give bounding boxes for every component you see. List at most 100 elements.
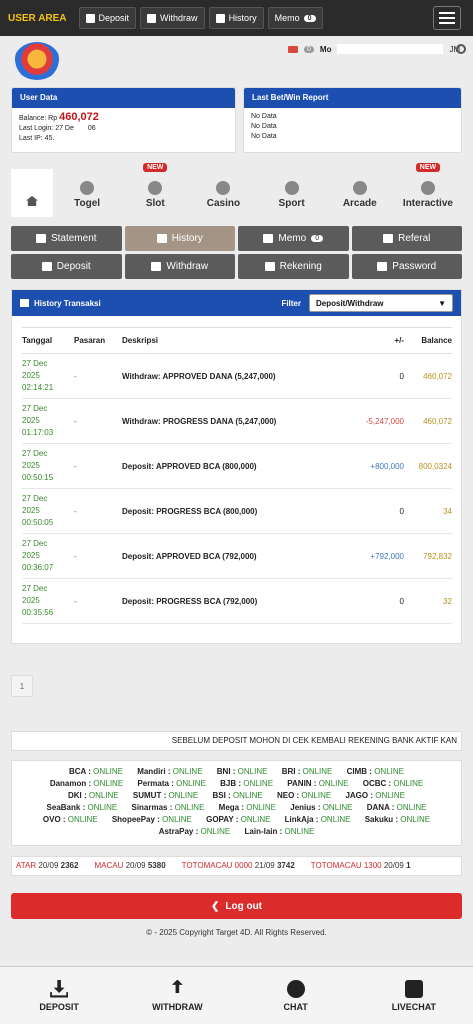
bottom-chat-button[interactable]: CHAT	[237, 967, 355, 1024]
tab-sport-label: Sport	[278, 198, 305, 209]
home-icon	[26, 196, 38, 206]
bank-status-item: DKI : ONLINE	[67, 791, 119, 800]
result-market: ATAR	[16, 861, 37, 870]
last-ip: Last IP: 45.	[19, 135, 55, 142]
logout-label: Log out	[225, 900, 263, 912]
bank-online-status: ONLINE	[168, 791, 199, 800]
bank-name: Sakuku	[364, 815, 394, 824]
copyright: © - 2025 Copyright Target 4D. All Rights…	[146, 928, 327, 937]
result-date: 20/09	[38, 861, 59, 870]
result-number: 5380	[147, 861, 166, 870]
tab-casino[interactable]: Casino	[189, 169, 257, 217]
row-change: +792,000	[344, 533, 404, 579]
top-memo-button[interactable]: Memo 0	[267, 7, 323, 29]
slot-machine-icon	[148, 181, 163, 195]
bank-online-status: ONLINE	[93, 767, 123, 776]
bank-online-status: ONLINE	[396, 803, 427, 812]
col-balance: Balance	[404, 327, 452, 354]
bank-status-item: BSI : ONLINE	[212, 791, 263, 800]
bank-status-item: ShopeePay : ONLINE	[111, 815, 192, 824]
bank-name: OVO	[42, 815, 61, 824]
site-logo[interactable]	[14, 42, 60, 80]
logout-button[interactable]: ❮ Log out	[11, 893, 462, 919]
bank-online-status: ONLINE	[318, 779, 349, 788]
bank-status-item: Lain-lain : ONLINE	[244, 827, 315, 836]
togel-icon	[80, 181, 95, 195]
table-row: 27 Dec 2025 00:50:05 - Deposit: PROGRESS B…	[22, 488, 452, 534]
top-withdraw-button[interactable]: Withdraw	[140, 7, 205, 29]
bank-name: Danamon	[49, 779, 87, 788]
bet-win-row: No Data	[251, 123, 277, 130]
bank-status-item: BRI : ONLINE	[281, 767, 333, 776]
col-change: +/-	[344, 327, 404, 354]
bank-status-item: Sakuku : ONLINE	[364, 815, 431, 824]
date-year: 2025	[22, 506, 40, 515]
tab-arcade-label: Arcade	[342, 198, 377, 209]
row-balance: 460,072	[404, 353, 452, 399]
result-number: 2362	[60, 861, 79, 870]
password-button[interactable]: Password	[351, 254, 462, 279]
bank-online-status: ONLINE	[322, 803, 353, 812]
result-date: 21/09	[254, 861, 275, 870]
user-data-card: User Data Balance: Rp 460,072 Last Login…	[11, 87, 236, 153]
bottom-nav: DEPOSIT WITHDRAW CHAT LIVECHAT	[0, 966, 473, 1024]
result-item: TOTOMACAU 1300 20/09 1	[311, 861, 411, 870]
bank-name: ShopeePay	[111, 815, 155, 824]
bank-name: DANA	[366, 803, 390, 812]
history-button[interactable]: History	[124, 226, 235, 251]
tab-arcade[interactable]: Arcade	[326, 169, 394, 217]
bank-name: BNI	[216, 767, 231, 776]
row-pasaran: -	[74, 533, 122, 579]
tab-interactive[interactable]: NEW Interactive	[394, 163, 462, 217]
bank-status-item: Danamon : ONLINE	[49, 779, 124, 788]
bank-name: Mandiri	[137, 767, 166, 776]
bottom-deposit-button[interactable]: DEPOSIT	[0, 967, 118, 1024]
bank-status-item: AstraPay : ONLINE	[158, 827, 231, 836]
lottery-results-ticker: ATAR 20/09 2362 MACAU 20/09 5380 TOTOMACAU…	[11, 856, 462, 876]
deposit-button[interactable]: Deposit	[11, 254, 122, 279]
row-date: 27 Dec 2025 00:35:56	[22, 578, 74, 624]
bank-online-status: ONLINE	[375, 791, 406, 800]
memo-button[interactable]: Memo 0	[238, 226, 349, 251]
tab-slot[interactable]: NEW Slot	[121, 163, 189, 217]
bet-win-card: Last Bet/Win Report No Data No Data No D…	[243, 87, 462, 153]
username: Mo	[319, 44, 332, 54]
crosshair-icon	[352, 181, 367, 195]
mail-icon[interactable]	[288, 45, 298, 53]
row-pasaran: -	[74, 353, 122, 399]
bank-online-status: ONLINE	[374, 767, 404, 776]
chevron-down-icon: ▼	[438, 298, 446, 308]
rekening-button[interactable]: Rekening	[238, 254, 349, 279]
bank-name: CIMB	[346, 767, 368, 776]
tab-home[interactable]	[11, 169, 53, 217]
row-change: -5,247,000	[344, 398, 404, 444]
row-pasaran: -	[74, 398, 122, 444]
chat-bubble-icon	[286, 979, 305, 998]
hamburger-menu-button[interactable]	[433, 6, 461, 30]
statement-button[interactable]: Statement	[11, 226, 122, 251]
tab-casino-label: Casino	[206, 198, 241, 209]
tab-sport[interactable]: Sport	[258, 169, 326, 217]
row-balance: 32	[404, 578, 452, 624]
date-day: 27 Dec	[22, 494, 48, 503]
last-login-label: Last Login: 27 De	[19, 125, 74, 132]
bank-online-status: ONLINE	[93, 779, 124, 788]
tab-togel[interactable]: Togel	[53, 169, 121, 217]
bottom-withdraw-button[interactable]: WITHDRAW	[118, 967, 236, 1024]
referal-button[interactable]: Referal	[351, 226, 462, 251]
result-item: MACAU 20/09 5380	[94, 861, 165, 870]
filter-select[interactable]: Deposit/Withdraw ▼	[309, 294, 453, 312]
withdraw-button[interactable]: Withdraw	[124, 254, 235, 279]
bottom-livechat-button[interactable]: LIVECHAT	[355, 967, 473, 1024]
history-panel: History Transaksi Filter Deposit/Withdra…	[11, 289, 462, 644]
power-icon[interactable]	[456, 44, 466, 54]
row-balance: 460,072	[404, 398, 452, 444]
calendar-icon	[35, 234, 46, 243]
top-history-button[interactable]: History	[208, 7, 264, 29]
date-time: 00:50:05	[22, 518, 54, 527]
download-icon	[41, 262, 52, 271]
top-deposit-button[interactable]: Deposit	[78, 7, 137, 29]
table-row: 27 Dec 2025 00:50:15 - Deposit: APPROVED B…	[22, 443, 452, 489]
row-pasaran: -	[74, 488, 122, 534]
pagination-page-1[interactable]: 1	[11, 675, 33, 697]
